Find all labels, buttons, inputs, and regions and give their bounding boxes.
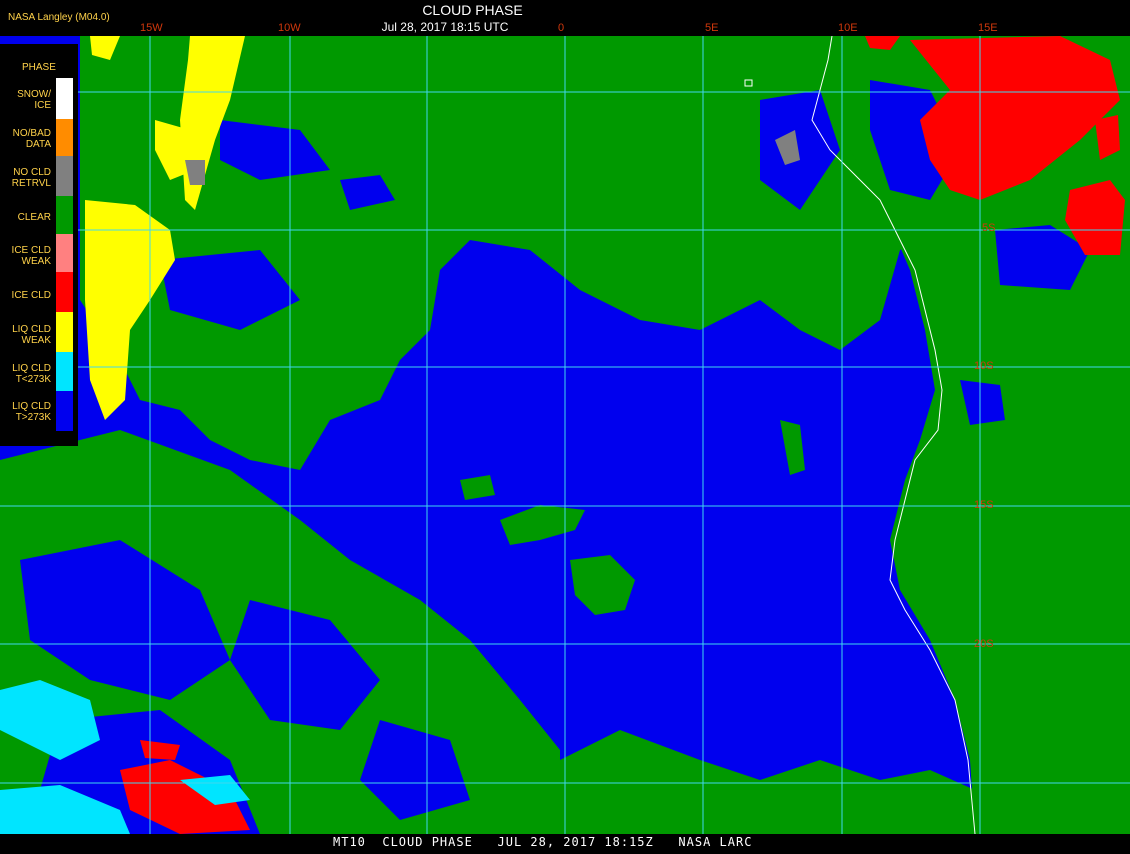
lat-label-15s: 15S (974, 499, 994, 511)
legend-label-liquid-cloud-warm: LIQ CLD T>273K (12, 401, 51, 423)
map-image (0, 35, 1130, 835)
legend-swatch-ice-cloud-weak (56, 234, 73, 272)
lon-label-10w: 10W (278, 22, 301, 34)
legend-swatch-snow-ice (56, 78, 73, 119)
lon-label-5e: 5E (705, 22, 719, 34)
legend-swatch-no-bad-data (56, 119, 73, 156)
legend-swatch-liquid-cloud-cold (56, 352, 73, 391)
legend-swatch-no-cloud-retrieval (56, 156, 73, 196)
legend-label-ice-cloud-weak: ICE CLD WEAK (11, 245, 51, 267)
legend-swatch-liquid-cloud-warm (56, 391, 73, 431)
legend-swatch-liquid-cloud-weak (56, 312, 73, 352)
legend-label-no-bad-data: NO/BAD DATA (12, 128, 51, 150)
lat-label-10s: 10S (974, 360, 994, 372)
lon-label-10e: 10E (838, 22, 858, 34)
lon-label-15w: 15W (140, 22, 163, 34)
map-datetime: Jul 28, 2017 18:15 UTC (381, 20, 509, 34)
legend-label-liquid-cloud-weak: LIQ CLD WEAK (12, 324, 51, 346)
legend-swatch-clear (56, 196, 73, 234)
phase-legend: PHASE SNOW/ ICE NO/BAD DATA NO CLD RETRV… (0, 44, 78, 446)
legend-label-snow-ice: SNOW/ ICE (17, 89, 51, 111)
footer-caption: MT10 CLOUD PHASE JUL 28, 2017 18:15Z NAS… (333, 835, 753, 849)
legend-label-ice-cloud: ICE CLD (11, 290, 51, 301)
lon-label-0: 0 (558, 22, 565, 34)
lat-label-20s: 20S (974, 638, 994, 650)
cloud-phase-map (0, 0, 1130, 850)
lon-label-15e: 15E (978, 22, 998, 34)
legend-label-no-cloud-retrieval: NO CLD RETRVL (11, 167, 51, 189)
legend-title: PHASE (22, 62, 56, 73)
legend-swatch-ice-cloud (56, 272, 73, 312)
legend-label-liquid-cloud-cold: LIQ CLD T<273K (12, 363, 51, 385)
legend-label-clear: CLEAR (17, 212, 51, 223)
lat-label-5s: 5S (982, 222, 996, 234)
map-title: CLOUD PHASE (422, 2, 523, 18)
